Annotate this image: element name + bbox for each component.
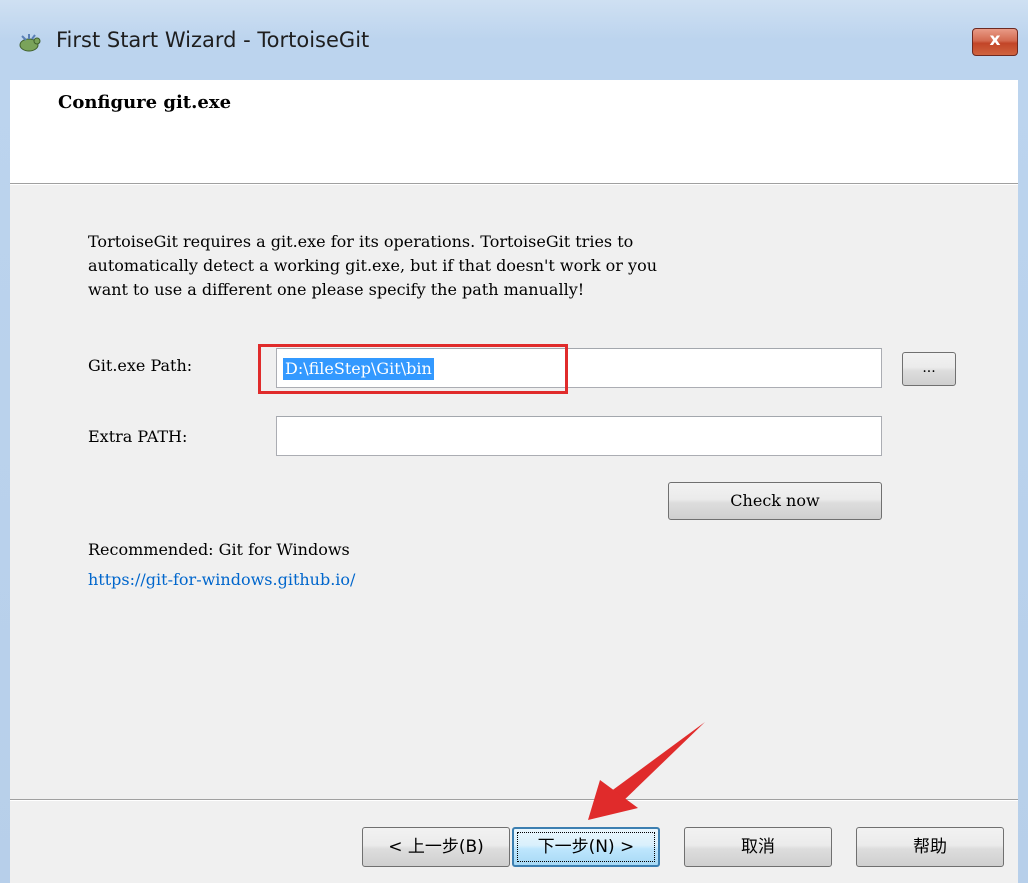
browse-button[interactable]: ... [902, 352, 956, 386]
cancel-button[interactable]: 取消 [684, 827, 832, 867]
extra-path-label: Extra PATH: [88, 427, 188, 446]
footer-divider [10, 799, 1018, 801]
back-button[interactable]: < 上一步(B) [362, 827, 510, 867]
tortoisegit-app-icon [16, 30, 42, 56]
close-button[interactable]: x [972, 28, 1018, 56]
check-now-label: Check now [730, 491, 820, 510]
annotation-arrow-icon [588, 722, 705, 820]
window-title: First Start Wizard - TortoiseGit [56, 28, 370, 52]
wizard-client-area: Configure git.exe TortoiseGit requires a… [10, 80, 1018, 883]
git-for-windows-link[interactable]: https://git-for-windows.github.io/ [88, 570, 355, 589]
header-divider [10, 183, 1018, 185]
description-text: TortoiseGit requires a git.exe for its o… [88, 232, 658, 299]
close-icon: x [989, 30, 1001, 50]
help-button-label: 帮助 [913, 837, 947, 857]
browse-button-label: ... [922, 360, 936, 376]
page-title: Configure git.exe [58, 92, 232, 113]
recommended-text: Recommended: Git for Windows [88, 540, 350, 559]
help-button[interactable]: 帮助 [856, 827, 1004, 867]
extra-path-input[interactable] [276, 416, 882, 456]
header-panel: Configure git.exe [10, 80, 1018, 184]
next-button[interactable]: 下一步(N) > [512, 827, 660, 867]
wizard-window: First Start Wizard - TortoiseGit x Confi… [0, 0, 1028, 883]
git-path-label: Git.exe Path: [88, 356, 193, 375]
cancel-button-label: 取消 [741, 837, 775, 857]
title-bar[interactable]: First Start Wizard - TortoiseGit x [0, 0, 1028, 84]
annotation-highlight-box [258, 344, 568, 394]
focus-indicator [517, 832, 655, 862]
back-button-label: < 上一步(B) [388, 837, 484, 857]
check-now-button[interactable]: Check now [668, 482, 882, 520]
